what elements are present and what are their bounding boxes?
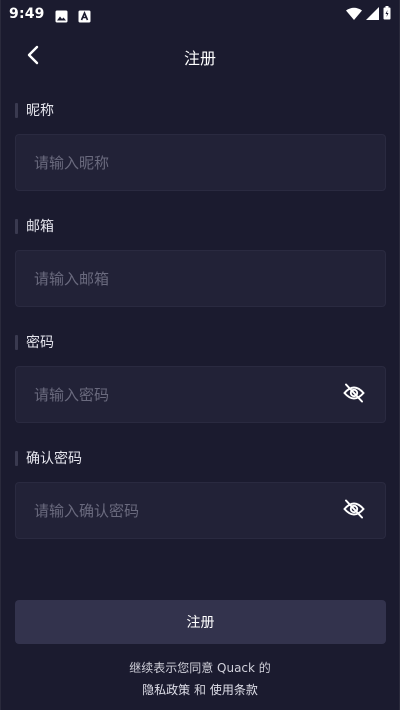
email-input-box (15, 250, 386, 307)
eye-off-icon (343, 383, 365, 407)
label-bar (15, 450, 18, 466)
page-title: 注册 (183, 49, 216, 68)
privacy-policy-link[interactable]: 隐私政策 (142, 683, 190, 697)
nickname-label-text: 昵称 (26, 103, 54, 119)
a-letter-icon (78, 8, 91, 22)
back-button[interactable] (17, 41, 49, 73)
eye-off-icon (343, 499, 365, 523)
chevron-left-icon (26, 45, 40, 69)
nickname-field-group: 昵称 (15, 100, 386, 191)
password-visibility-toggle[interactable] (341, 382, 367, 408)
register-form: 昵称 邮箱 密码 (1, 100, 399, 539)
image-icon (55, 8, 68, 22)
signal-icon (366, 5, 379, 24)
email-label-text: 邮箱 (26, 219, 54, 235)
confirm-password-visibility-toggle[interactable] (341, 498, 367, 524)
status-time: 9:49 (9, 6, 45, 22)
label-bar (15, 102, 18, 118)
wifi-icon (346, 5, 362, 24)
confirm-password-input[interactable] (34, 501, 341, 520)
nickname-label: 昵称 (15, 100, 386, 120)
confirm-password-input-box (15, 482, 386, 539)
label-bar (15, 218, 18, 234)
email-label: 邮箱 (15, 216, 386, 236)
status-right (346, 5, 391, 24)
terms-line-1: 继续表示您同意 Quack 的 (129, 661, 271, 675)
status-bar: 9:49 (1, 0, 399, 28)
nav-bar: 注册 (1, 28, 399, 86)
terms-and-text: 和 (193, 683, 206, 697)
register-button[interactable]: 注册 (15, 600, 386, 644)
confirm-password-field-group: 确认密码 (15, 448, 386, 539)
terms-line-2: 隐私政策 和 使用条款 (1, 679, 399, 701)
confirm-password-label-text: 确认密码 (26, 451, 82, 467)
terms-notice: 继续表示您同意 Quack 的 隐私政策 和 使用条款 (1, 657, 399, 701)
email-input[interactable] (34, 269, 367, 288)
password-input[interactable] (34, 385, 341, 404)
nickname-input[interactable] (34, 153, 367, 172)
password-label-text: 密码 (26, 335, 54, 351)
nickname-input-box (15, 134, 386, 191)
battery-icon (383, 5, 391, 24)
password-label: 密码 (15, 332, 386, 352)
confirm-password-label: 确认密码 (15, 448, 386, 468)
terms-of-use-link[interactable]: 使用条款 (210, 683, 258, 697)
password-input-box (15, 366, 386, 423)
label-bar (15, 334, 18, 350)
password-field-group: 密码 (15, 332, 386, 423)
email-field-group: 邮箱 (15, 216, 386, 307)
status-left: 9:49 (9, 6, 91, 22)
register-screen: 9:49 注册 昵称 请输入昵称 邮箱 请输入邮箱 密码 确认密码 注册 继续表… (0, 0, 400, 710)
